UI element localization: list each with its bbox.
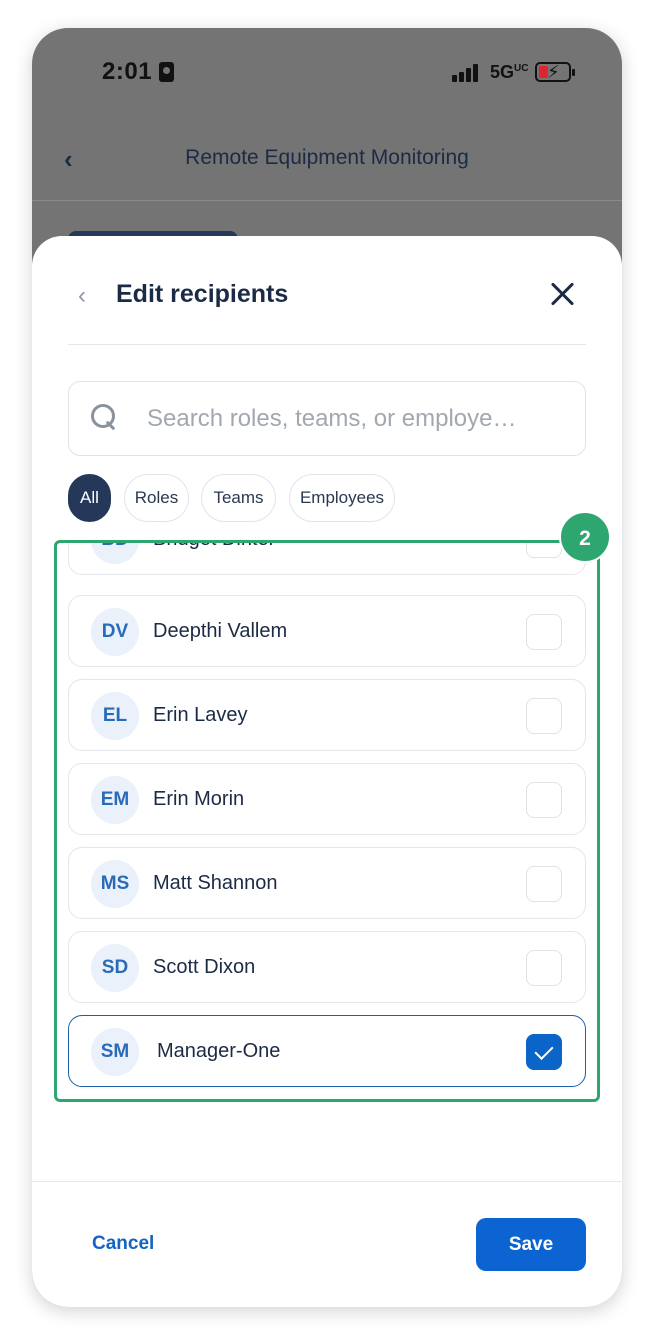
- list-item[interactable]: EM Erin Morin: [68, 763, 586, 835]
- annotation-badge: 2: [559, 511, 611, 563]
- list-item[interactable]: MS Matt Shannon: [68, 847, 586, 919]
- list-item-selected[interactable]: SM Manager-One: [68, 1015, 586, 1087]
- sheet-back-chevron-icon[interactable]: ‹: [78, 282, 86, 310]
- avatar: SD: [91, 944, 139, 992]
- recipient-checkbox-checked[interactable]: [526, 1034, 562, 1070]
- list-item[interactable]: EL Erin Lavey: [68, 679, 586, 751]
- recipient-list[interactable]: BD Bridget Dinter DV Deepthi Vallem EL E…: [54, 540, 600, 1102]
- close-icon[interactable]: [548, 280, 576, 308]
- recipient-name: Matt Shannon: [153, 872, 278, 894]
- list-item[interactable]: DV Deepthi Vallem: [68, 595, 586, 667]
- sheet-divider: [68, 344, 586, 345]
- cancel-button[interactable]: Cancel: [80, 1218, 200, 1270]
- id-card-icon: [159, 62, 174, 82]
- filter-chip-roles[interactable]: Roles: [124, 474, 189, 522]
- recipient-checkbox[interactable]: [526, 614, 562, 650]
- avatar: SM: [91, 1028, 139, 1076]
- status-bar: 2:01 5GUC ⚡: [32, 28, 622, 118]
- network-label: 5GUC: [490, 62, 528, 83]
- signal-icon: [452, 64, 482, 82]
- avatar: MS: [91, 860, 139, 908]
- search-icon: [91, 404, 119, 432]
- filter-chip-teams[interactable]: Teams: [201, 474, 276, 522]
- header-divider: [32, 200, 622, 201]
- recipient-name: Erin Morin: [153, 788, 245, 810]
- avatar: EL: [91, 692, 139, 740]
- recipient-name: Manager-One: [157, 1040, 281, 1062]
- edit-recipients-sheet: ‹ Edit recipients All Roles Teams Employ…: [32, 236, 622, 1307]
- recipient-checkbox[interactable]: [526, 866, 562, 902]
- recipient-checkbox[interactable]: [526, 543, 562, 558]
- battery-icon: ⚡: [535, 62, 575, 82]
- avatar: EM: [91, 776, 139, 824]
- avatar: BD: [91, 543, 139, 564]
- list-item[interactable]: BD Bridget Dinter: [68, 543, 586, 575]
- list-item[interactable]: SD Scott Dixon: [68, 931, 586, 1003]
- recipient-checkbox[interactable]: [526, 950, 562, 986]
- app-header: ‹ Remote Equipment Monitoring: [32, 128, 622, 190]
- search-box[interactable]: [68, 381, 586, 456]
- recipient-checkbox[interactable]: [526, 782, 562, 818]
- network-suffix: UC: [514, 63, 529, 74]
- network-type: 5G: [490, 62, 515, 82]
- sheet-title: Edit recipients: [116, 280, 289, 308]
- status-time: 2:01: [102, 58, 153, 85]
- recipient-name: Bridget Dinter: [153, 543, 275, 551]
- phone-screen: 2:01 5GUC ⚡ ‹ Remote Equipment Monitorin…: [32, 28, 622, 1307]
- app-title: Remote Equipment Monitoring: [185, 146, 469, 169]
- avatar: DV: [91, 608, 139, 656]
- filter-chip-employees[interactable]: Employees: [289, 474, 395, 522]
- footer-divider: [32, 1181, 622, 1182]
- recipient-name: Scott Dixon: [153, 956, 256, 978]
- recipient-name: Erin Lavey: [153, 704, 248, 726]
- recipient-checkbox[interactable]: [526, 698, 562, 734]
- filter-chip-all[interactable]: All: [68, 474, 111, 522]
- recipient-name: Deepthi Vallem: [153, 620, 288, 642]
- save-button[interactable]: Save: [476, 1218, 586, 1271]
- search-input[interactable]: [147, 402, 567, 436]
